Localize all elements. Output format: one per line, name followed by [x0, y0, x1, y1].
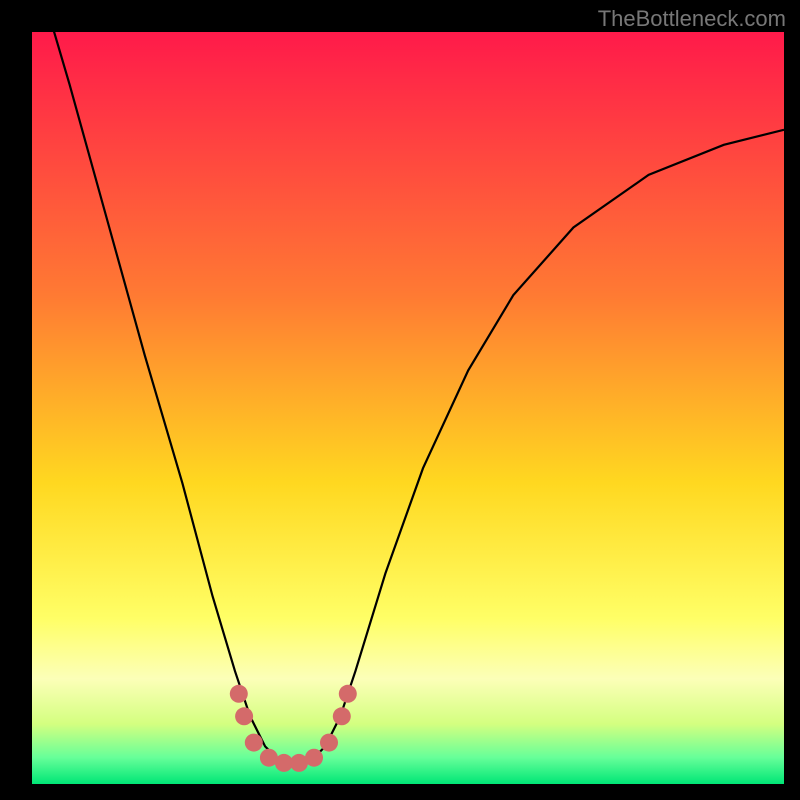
marker-point [320, 734, 338, 752]
bottleneck-chart [32, 32, 784, 784]
chart-background [32, 32, 784, 784]
marker-point [245, 734, 263, 752]
marker-point [333, 707, 351, 725]
watermark-text: TheBottleneck.com [598, 6, 786, 32]
marker-point [235, 707, 253, 725]
marker-point [305, 749, 323, 767]
marker-point [339, 685, 357, 703]
marker-point [230, 685, 248, 703]
